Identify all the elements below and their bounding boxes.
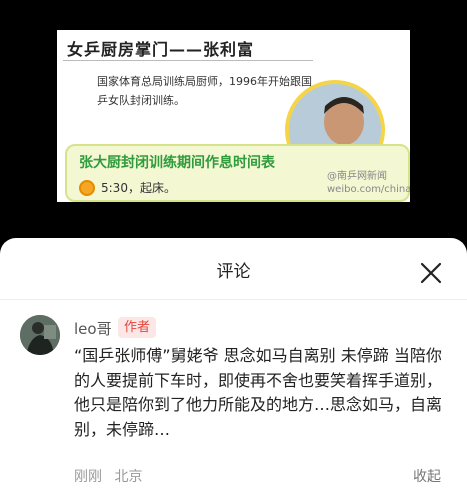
clock-icon (79, 180, 95, 196)
comment-username[interactable]: leo哥 (74, 318, 112, 339)
header-divider (0, 299, 467, 300)
comment-meta: 刚刚 北京 (74, 466, 142, 486)
collapse-button[interactable]: 收起 (413, 466, 441, 486)
comment-sheet: 评论 leo哥 作者 “国乒张师傅”舅姥爷 思念如马自离别 未停蹄 当陪你的人要… (0, 238, 467, 500)
image-viewer: 女乒厨房掌门——张利富 国家体育总局训练局厨师，1996年开始跟国乒女队封闭训练… (0, 0, 467, 248)
sheet-title: 评论 (216, 262, 251, 282)
user-avatar-icon (20, 315, 60, 355)
watermark-line-2: weibo.com/chinattcc (327, 184, 410, 195)
title-underline (63, 60, 313, 61)
schedule-first-item: 5:30，起床。 (101, 181, 176, 195)
comment-location: 北京 (114, 469, 143, 485)
comment-time: 刚刚 (74, 469, 102, 485)
watermark-line-1: @南乒网新闻 (327, 171, 387, 182)
comment-text: “国乒张师傅”舅姥爷 思念如马自离别 未停蹄 当陪你的人要提前下车时，即使再不舍… (74, 346, 443, 439)
avatar[interactable] (20, 315, 60, 355)
weibo-watermark: @南乒网新闻 weibo.com/chinattcc (327, 170, 410, 196)
schedule-title: 张大厨封闭训练期间作息时间表 (79, 155, 275, 171)
infographic-description: 国家体育总局训练局厨师，1996年开始跟国乒女队封闭训练。 (97, 75, 312, 107)
author-badge: 作者 (118, 317, 157, 338)
close-icon (420, 262, 442, 284)
infographic-image[interactable]: 女乒厨房掌门——张利富 国家体育总局训练局厨师，1996年开始跟国乒女队封闭训练… (57, 30, 410, 202)
close-button[interactable] (414, 256, 448, 290)
infographic-title: 女乒厨房掌门——张利富 (67, 40, 255, 59)
